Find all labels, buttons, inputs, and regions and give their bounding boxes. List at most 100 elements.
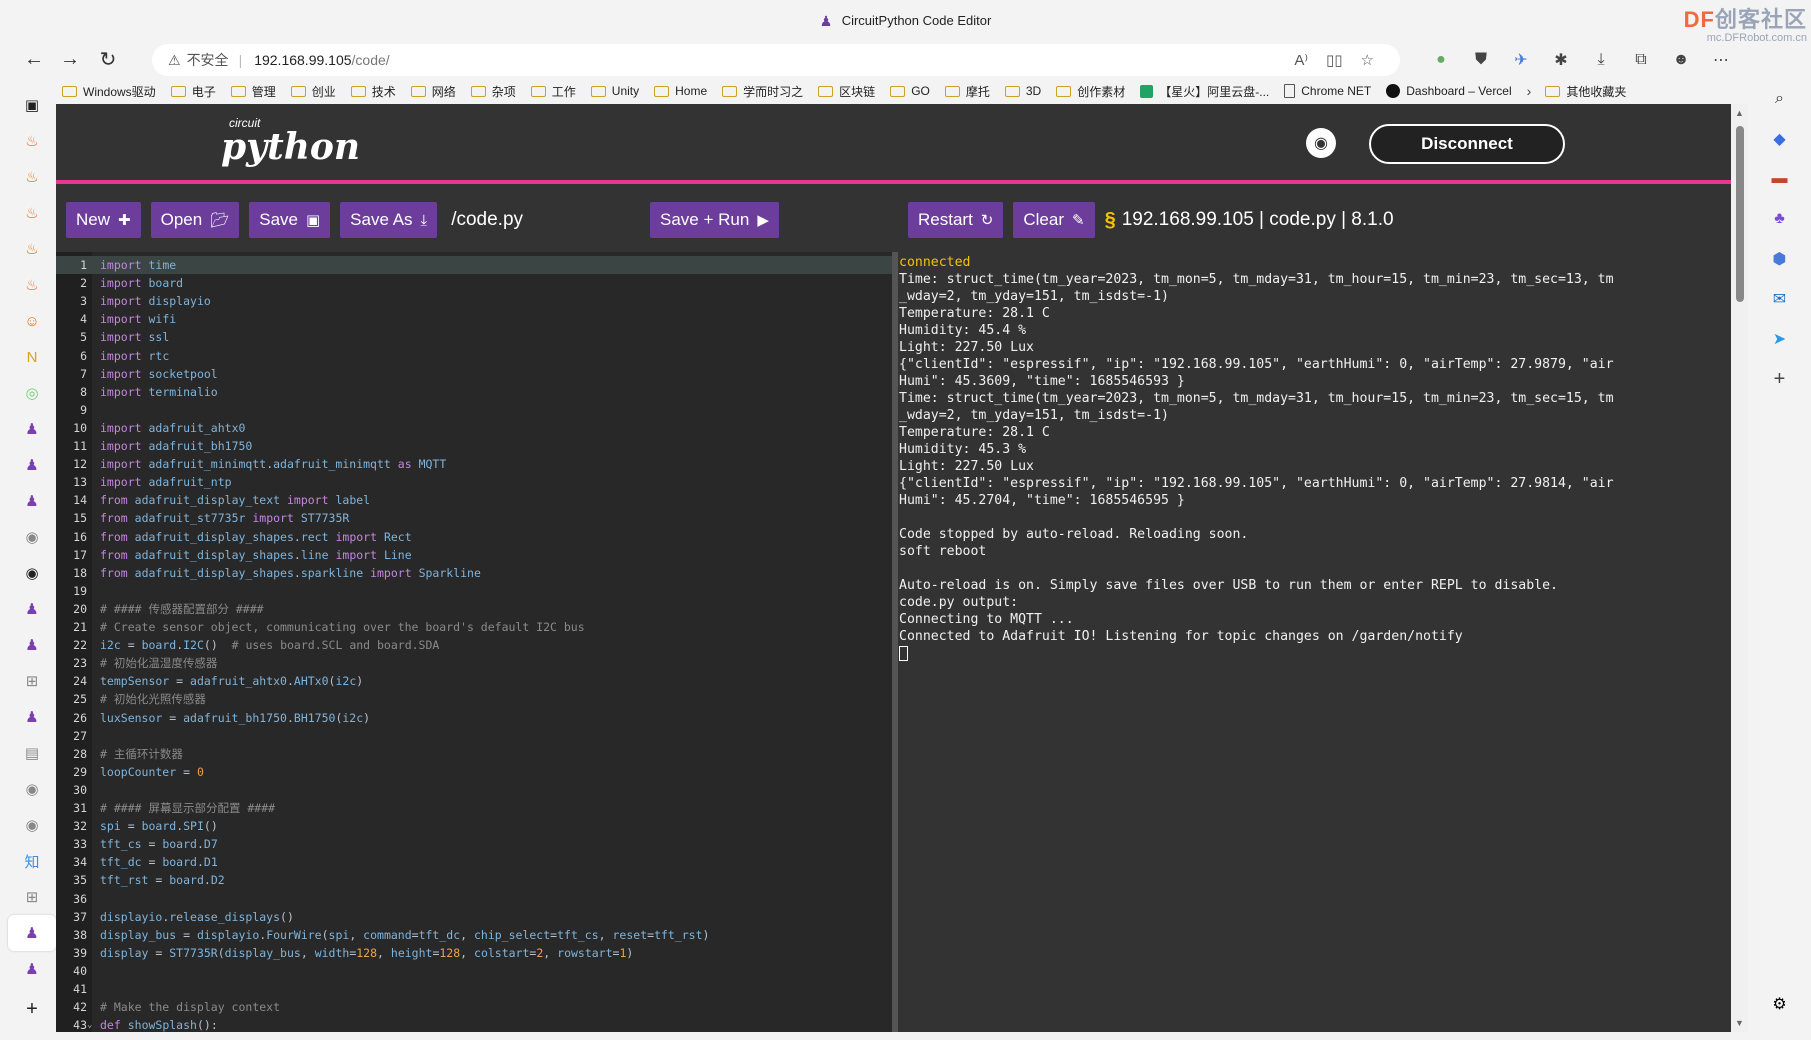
clear-button[interactable]: Clear ✎	[1013, 202, 1095, 238]
sidebar-send-icon[interactable]: ➤	[1748, 319, 1811, 359]
code-line[interactable]: 38 display_bus = displayio.FourWire(spi, …	[56, 926, 892, 944]
url-host[interactable]: 192.168.99.105	[254, 52, 351, 68]
tab-circuitpython-icon[interactable]: ♟	[8, 627, 56, 663]
tab-github-icon[interactable]: ◉	[8, 555, 56, 591]
sidebar-add-icon[interactable]: +	[1748, 359, 1811, 399]
code-line[interactable]: 16 from adafruit_display_shapes.rect impo…	[56, 528, 892, 546]
bookmark-item[interactable]: Unity	[590, 84, 639, 98]
scroll-down-arrow-icon[interactable]: ▼	[1735, 1018, 1744, 1028]
bookmark-item[interactable]: Chrome NET	[1284, 84, 1371, 98]
code-line[interactable]: 26 luxSensor = adafruit_bh1750.BH1750(i2c…	[56, 709, 892, 727]
tab-github-icon[interactable]: ◉	[8, 519, 56, 555]
code-line[interactable]: 34 tft_dc = board.D1	[56, 853, 892, 871]
tab-circuitpython-icon[interactable]: ♟	[8, 951, 56, 987]
serial-input-cursor[interactable]	[898, 645, 1731, 662]
favorite-star-icon[interactable]: ☆	[1361, 51, 1374, 69]
extensions-puzzle-icon[interactable]: ✱	[1550, 50, 1572, 70]
sidebar-settings-icon[interactable]: ⚙	[1748, 984, 1811, 1024]
code-line[interactable]: 22 i2c = board.I2C() # uses board.SCL and…	[56, 636, 892, 654]
tab-orange-icon[interactable]: ☺	[8, 303, 56, 339]
bookmark-item[interactable]: Windows驱动	[62, 83, 156, 100]
tab-zhihu-icon[interactable]: 知	[8, 843, 56, 879]
code-line[interactable]: 3 import displayio	[56, 292, 892, 310]
code-line[interactable]: 40	[56, 962, 892, 980]
code-line[interactable]: 18 from adafruit_display_shapes.sparkline…	[56, 564, 892, 582]
bookmark-item[interactable]: 3D	[1004, 84, 1041, 98]
code-line[interactable]: 14 from adafruit_display_text import labe…	[56, 491, 892, 509]
bookmark-item[interactable]: 管理	[230, 83, 276, 100]
disconnect-button[interactable]: Disconnect	[1369, 124, 1565, 164]
url-path[interactable]: /code/	[352, 52, 390, 68]
shield-extension-icon[interactable]: ⛊	[1470, 51, 1492, 69]
warning-triangle-icon[interactable]: ⚠	[168, 52, 181, 69]
bookmark-item[interactable]: Dashboard – Vercel	[1386, 84, 1512, 98]
scrollbar-thumb[interactable]	[1736, 126, 1744, 302]
github-icon[interactable]: ◉	[1306, 128, 1336, 158]
tab-actions-icon[interactable]: ▣	[8, 87, 56, 123]
save-run-button[interactable]: Save + Run ▶	[650, 202, 779, 238]
code-line[interactable]: 42 # Make the display context	[56, 998, 892, 1016]
tab-n-icon[interactable]: N	[8, 339, 56, 375]
other-bookmarks-folder[interactable]: 其他收藏夹	[1545, 83, 1626, 100]
code-line[interactable]: 12 import adafruit_minimqtt.adafruit_mini…	[56, 455, 892, 473]
page-scrollbar[interactable]: ▲ ▼	[1731, 104, 1748, 1032]
extension-badge-icon[interactable]: ●	[1430, 51, 1452, 69]
restart-button[interactable]: Restart ↻	[908, 202, 1004, 238]
code-line[interactable]: 29 loopCounter = 0	[56, 763, 892, 781]
sidebar-tag-icon[interactable]: ◆	[1748, 119, 1811, 159]
sidebar-people-icon[interactable]: ♣	[1748, 199, 1811, 239]
sidebar-office-icon[interactable]: ⬢	[1748, 239, 1811, 279]
code-line[interactable]: 13 import adafruit_ntp	[56, 473, 892, 491]
tab-github-icon[interactable]: ◉	[8, 807, 56, 843]
code-line[interactable]: 39 display = ST7735R(display_bus, width=1…	[56, 944, 892, 962]
forward-arrow-icon[interactable]: →	[50, 43, 90, 75]
code-line[interactable]: 19	[56, 582, 892, 600]
fold-chevron-icon[interactable]: ⌄	[87, 1020, 94, 1030]
serial-console[interactable]: connected Time: struct_time(tm_year=2023,…	[898, 252, 1731, 1032]
save-as-button[interactable]: Save As ⤓	[340, 202, 438, 238]
code-line[interactable]: 37 displayio.release_displays()	[56, 908, 892, 926]
code-line[interactable]: 5 import ssl	[56, 328, 892, 346]
bookmark-item[interactable]: 杂项	[470, 83, 516, 100]
code-line[interactable]: 30	[56, 781, 892, 799]
tab-page-icon[interactable]: ▤	[8, 735, 56, 771]
code-line[interactable]: 35 tft_rst = board.D2	[56, 871, 892, 889]
new-tab-plus-icon[interactable]: +	[8, 991, 56, 1027]
code-line[interactable]: 31 # #### 屏幕显示部分配置 ####	[56, 799, 892, 817]
open-button[interactable]: Open 📂︎	[150, 202, 240, 238]
code-line[interactable]: 20 # #### 传感器配置部分 ####	[56, 600, 892, 618]
code-line[interactable]: 21 # Create sensor object, communicating …	[56, 618, 892, 636]
code-line[interactable]: 32 spi = board.SPI()	[56, 817, 892, 835]
tab-fox-icon[interactable]: ♨	[8, 231, 56, 267]
code-line[interactable]: 8 import terminalio	[56, 383, 892, 401]
scroll-up-arrow-icon[interactable]: ▲	[1735, 108, 1744, 118]
tab-circuitpython-icon[interactable]: ♟	[8, 483, 56, 519]
code-line[interactable]: 27	[56, 727, 892, 745]
tab-green-icon[interactable]: ◎	[8, 375, 56, 411]
circuitpython-logo[interactable]: circuit python	[221, 116, 360, 165]
bookmark-item[interactable]: 创业	[290, 83, 336, 100]
code-line[interactable]: 28 # 主循环计数器	[56, 745, 892, 763]
code-line[interactable]: 1 import time	[56, 256, 892, 274]
bookmark-item[interactable]: 区块链	[818, 83, 875, 100]
new-button[interactable]: New ✚	[66, 202, 141, 238]
sidebar-toolbox-icon[interactable]: ▬	[1748, 159, 1811, 199]
bookmark-item[interactable]: 工作	[530, 83, 576, 100]
code-line[interactable]: 11 import adafruit_bh1750	[56, 437, 892, 455]
profile-avatar-icon[interactable]: ☻	[1670, 51, 1692, 69]
bookmark-item[interactable]: 【星火】阿里云盘-...	[1140, 83, 1269, 100]
tab-extension-icon[interactable]: ⊞	[8, 663, 56, 699]
tab-circuitpython-icon[interactable]: ♟	[8, 699, 56, 735]
bookmark-item[interactable]: GO	[890, 84, 930, 98]
code-line[interactable]: 25 # 初始化光照传感器	[56, 690, 892, 708]
bookmark-item[interactable]: 电子	[170, 83, 216, 100]
code-line[interactable]: 6 import rtc	[56, 347, 892, 365]
tab-circuitpython-icon[interactable]: ♟	[8, 591, 56, 627]
downloads-icon[interactable]: ⤓	[1590, 51, 1612, 69]
sidebar-outlook-icon[interactable]: ✉	[1748, 279, 1811, 319]
save-button[interactable]: Save ▣	[249, 202, 331, 238]
code-line[interactable]: 17 from adafruit_display_shapes.line impo…	[56, 546, 892, 564]
code-line[interactable]: 15 from adafruit_st7735r import ST7735R	[56, 509, 892, 527]
code-line[interactable]: 36	[56, 890, 892, 908]
insecure-label[interactable]: 不安全	[187, 50, 229, 70]
